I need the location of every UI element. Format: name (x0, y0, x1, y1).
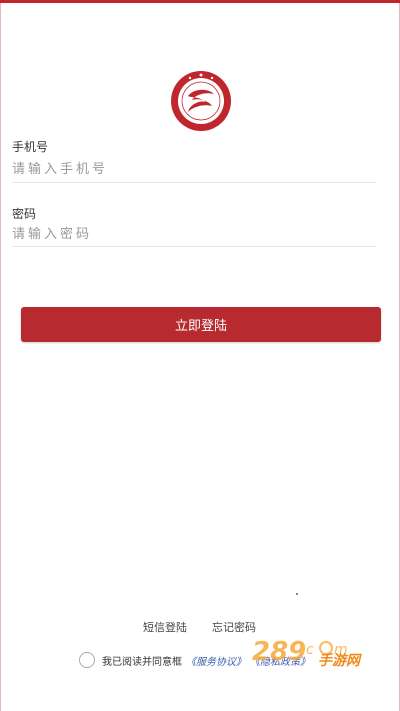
password-underline (12, 246, 376, 247)
frame-left-edge (0, 0, 1, 711)
phone-input[interactable] (12, 158, 376, 180)
phone-underline (12, 182, 376, 183)
sms-login-link[interactable]: 短信登陆 (143, 619, 187, 635)
watermark-site-text: 手游网 (318, 653, 360, 669)
svg-text:289: 289 (252, 637, 306, 667)
password-input[interactable] (12, 223, 376, 245)
stray-dot (296, 593, 298, 595)
logo-emblem-icon (171, 71, 231, 131)
service-agreement-link[interactable]: 《服务协议》 (186, 653, 246, 668)
phone-label: 手机号 (12, 140, 49, 154)
svg-text:c: c (306, 642, 314, 658)
password-label: 密码 (12, 207, 37, 221)
agree-radio-icon[interactable] (79, 652, 95, 668)
top-accent-bar (0, 0, 400, 3)
agreement-text: 我已阅读并同意框 (102, 656, 182, 668)
login-button[interactable]: 立即登陆 (21, 307, 381, 342)
